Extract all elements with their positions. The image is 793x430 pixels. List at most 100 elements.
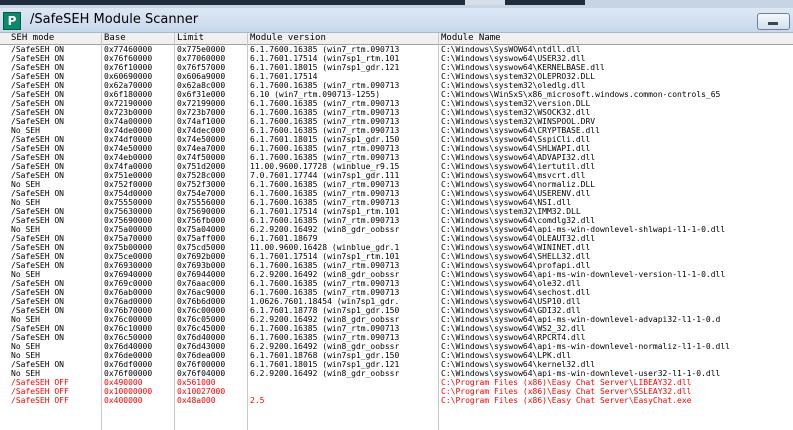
module-version-cell: 6.1.7601.17514 (win7sp1_rtm.101 [250, 54, 400, 63]
table-row[interactable]: No SEH 0x75a00000 0x75a04000 6.2.9200.16492… [0, 225, 793, 234]
module-name-cell: C:\Windows\syswow64\ADVAPI32.dll [441, 153, 596, 162]
title-bar[interactable]: P /SafeSEH Module Scanner [0, 8, 793, 33]
module-name-cell: C:\Windows\syswow64\comdlg32.dll [441, 216, 596, 225]
column-header-limit[interactable]: Limit [175, 33, 248, 44]
base-cell: 0x76ad0000 [104, 297, 153, 306]
base-cell: 0x76c00000 [104, 315, 153, 324]
table-row[interactable]: /SafeSEH OFF 0x400000 0x48a000 2.5 C:\Progra… [0, 396, 793, 405]
limit-cell: 0x76b6d000 [177, 297, 226, 306]
module-version-cell: 6.1.7601.18015 (win7sp1_gdr.121 [250, 360, 400, 369]
table-row[interactable]: /SafeSEH ON 0x77460000 0x775e0000 6.1.7600.… [0, 45, 793, 54]
base-cell: 0x75a00000 [104, 225, 153, 234]
module-version-cell: 6.1.7601.18015 (win7sp1_gdr.121 [250, 63, 400, 72]
limit-cell: 0x76d43000 [177, 342, 226, 351]
base-cell: 0x751e0000 [104, 171, 153, 180]
module-name-cell: C:\Windows\system32\oledlg.dll [441, 81, 586, 90]
table-row[interactable]: /SafeSEH ON 0x76ad0000 0x76b6d000 1.0626.76… [0, 297, 793, 306]
table-row[interactable]: /SafeSEH ON 0x74fa0000 0x751d2000 11.00.960… [0, 162, 793, 171]
table-row[interactable]: /SafeSEH ON 0x76f60000 0x77060000 6.1.7601.… [0, 54, 793, 63]
table-row[interactable]: /SafeSEH ON 0x60690000 0x606a9000 6.1.7601.… [0, 72, 793, 81]
table-row[interactable]: /SafeSEH ON 0x723b0000 0x723b7000 6.1.7600.… [0, 108, 793, 117]
table-row[interactable]: /SafeSEH ON 0x754d0000 0x754e7000 6.1.7600.… [0, 189, 793, 198]
seh-mode-cell: /SafeSEH OFF [11, 378, 69, 387]
table-row[interactable]: No SEH 0x75550000 0x75556000 6.1.7600.16385… [0, 198, 793, 207]
column-header-base[interactable]: Base [102, 33, 175, 44]
seh-mode-cell: /SafeSEH ON [11, 99, 64, 108]
table-row[interactable]: /SafeSEH ON 0x72190000 0x72199000 6.1.7600.… [0, 99, 793, 108]
seh-mode-cell: /SafeSEH ON [11, 333, 64, 342]
table-row[interactable]: /SafeSEH ON 0x769c0000 0x76aac000 6.1.7600.… [0, 279, 793, 288]
module-version-cell: 6.1.7600.16385 (win7_rtm.090713 [250, 144, 400, 153]
base-cell: 0x75630000 [104, 207, 153, 216]
minimize-button[interactable] [757, 13, 790, 30]
module-name-cell: C:\Windows\WinSxS\x86_microsoft.windows.… [441, 90, 721, 99]
base-cell: 0x76c10000 [104, 324, 153, 333]
table-row[interactable]: /SafeSEH ON 0x74eb0000 0x74f50000 6.1.7600.… [0, 153, 793, 162]
table-row[interactable]: /SafeSEH ON 0x76df0000 0x76f00000 6.1.7601.… [0, 360, 793, 369]
base-cell: 0x76d40000 [104, 342, 153, 351]
table-row[interactable]: /SafeSEH ON 0x6f180000 0x6f31e000 6.10 (win… [0, 90, 793, 99]
module-version-cell: 6.1.7600.16385 (win7_rtm.090713 [250, 153, 400, 162]
table-row[interactable]: /SafeSEH ON 0x74a00000 0x74af1000 6.1.7600.… [0, 117, 793, 126]
table-row[interactable]: No SEH 0x76f00000 0x76f04000 6.2.9200.16492… [0, 369, 793, 378]
limit-cell: 0x752f3000 [177, 180, 226, 189]
column-header-seh-mode[interactable]: SEH mode [9, 33, 102, 44]
table-row[interactable]: /SafeSEH ON 0x76f10000 0x76f57000 6.1.7601.… [0, 63, 793, 72]
table-row[interactable]: No SEH 0x74de0000 0x74dec000 6.1.7600.16385… [0, 126, 793, 135]
module-version-cell: 6.2.9200.16492 (win8_gdr_oobssr [250, 270, 400, 279]
limit-cell: 0x76944000 [177, 270, 226, 279]
base-cell: 0x76930000 [104, 261, 153, 270]
table-row[interactable]: /SafeSEH OFF 0x10000000 0x10027000 C:\Progr… [0, 387, 793, 396]
seh-mode-cell: /SafeSEH ON [11, 261, 64, 270]
seh-mode-cell: /SafeSEH ON [11, 90, 64, 99]
base-cell: 0x400000 [104, 396, 143, 405]
table-row[interactable]: /SafeSEH ON 0x76c50000 0x76d40000 6.1.7600.… [0, 333, 793, 342]
table-row[interactable]: /SafeSEH ON 0x75690000 0x756fb000 6.1.7600.… [0, 216, 793, 225]
module-version-cell: 6.1.7600.16385 (win7_rtm.090713 [250, 81, 400, 90]
base-cell: 0x754d0000 [104, 189, 153, 198]
limit-cell: 0x76f57000 [177, 63, 226, 72]
table-row[interactable]: /SafeSEH ON 0x751e0000 0x7528c000 7.0.7601.… [0, 171, 793, 180]
table-row[interactable]: No SEH 0x76de0000 0x76dea000 6.1.7601.18768… [0, 351, 793, 360]
module-version-cell [248, 378, 438, 387]
module-name-cell: C:\Windows\syswow64\api-ms-win-downlevel… [441, 342, 730, 351]
background-window-strip [0, 0, 793, 8]
table-row[interactable]: No SEH 0x76d40000 0x76d43000 6.2.9200.16492… [0, 342, 793, 351]
table-row[interactable]: /SafeSEH OFF 0x490000 0x561000 C:\Program F… [0, 378, 793, 387]
table-row[interactable]: /SafeSEH ON 0x75a70000 0x75aff000 6.1.7601.… [0, 234, 793, 243]
seh-mode-cell: /SafeSEH ON [11, 54, 64, 63]
module-name-cell: C:\Windows\syswow64\NSI.dll [441, 198, 572, 207]
base-cell: 0x74fa0000 [104, 162, 153, 171]
table-row[interactable]: No SEH 0x752f0000 0x752f3000 6.1.7600.16385… [0, 180, 793, 189]
table-row[interactable]: /SafeSEH ON 0x74df0000 0x74e50000 6.1.7601.… [0, 135, 793, 144]
module-version-cell: 11.00.9600.16428 (winblue_gdr.1 [250, 243, 400, 252]
module-version-cell: 6.1.7601.18778 (win7sp1_gdr.150 [250, 306, 400, 315]
table-row[interactable]: /SafeSEH ON 0x76930000 0x7693b000 6.1.7600.… [0, 261, 793, 270]
module-name-cell: C:\Windows\syswow64\kernel32.dll [441, 360, 596, 369]
table-row[interactable]: /SafeSEH ON 0x76b70000 0x76c00000 6.1.7601.… [0, 306, 793, 315]
base-cell: 0x75a70000 [104, 234, 153, 243]
table-row[interactable]: /SafeSEH ON 0x74e50000 0x74ea7000 6.1.7600.… [0, 144, 793, 153]
table-row[interactable]: /SafeSEH ON 0x75ce0000 0x7692b000 6.1.7601.… [0, 252, 793, 261]
base-cell: 0x76b70000 [104, 306, 153, 315]
seh-mode-cell: /SafeSEH ON [11, 324, 64, 333]
base-cell: 0x769c0000 [104, 279, 153, 288]
module-name-cell: C:\Windows\syswow64\USER32.dll [441, 54, 586, 63]
table-row[interactable]: /SafeSEH ON 0x76ab0000 0x76ac9000 6.1.7600.… [0, 288, 793, 297]
table-row[interactable]: No SEH 0x76940000 0x76944000 6.2.9200.16492… [0, 270, 793, 279]
column-header-module-name[interactable]: Module Name [439, 33, 793, 44]
table-row[interactable]: No SEH 0x76c00000 0x76c05000 6.2.9200.16492… [0, 315, 793, 324]
module-name-cell: C:\Windows\syswow64\SHELL32.dll [441, 252, 591, 261]
table-row[interactable]: /SafeSEH ON 0x75b00000 0x75cd5000 11.00.960… [0, 243, 793, 252]
module-name-cell: C:\Windows\syswow64\api-ms-win-downlevel… [441, 225, 726, 234]
table-row[interactable]: /SafeSEH ON 0x75630000 0x75690000 6.1.7601.… [0, 207, 793, 216]
module-name-cell: C:\Windows\system32\IMM32.DLL [441, 207, 581, 216]
module-name-cell: C:\Windows\syswow64\RPCRT4.dll [441, 333, 586, 342]
table-row[interactable]: /SafeSEH ON 0x62a70000 0x62a8c000 6.1.7600.… [0, 81, 793, 90]
seh-mode-cell: /SafeSEH ON [11, 252, 64, 261]
column-header-module-version[interactable]: Module version [248, 33, 439, 44]
seh-mode-cell: /SafeSEH ON [11, 171, 64, 180]
table-row[interactable]: /SafeSEH ON 0x76c10000 0x76c45000 6.1.7600.… [0, 324, 793, 333]
module-version-cell: 6.1.7600.16385 (win7_rtm.090713 [250, 333, 400, 342]
module-name-cell: C:\Windows\syswow64\api-ms-win-downlevel… [441, 369, 721, 378]
